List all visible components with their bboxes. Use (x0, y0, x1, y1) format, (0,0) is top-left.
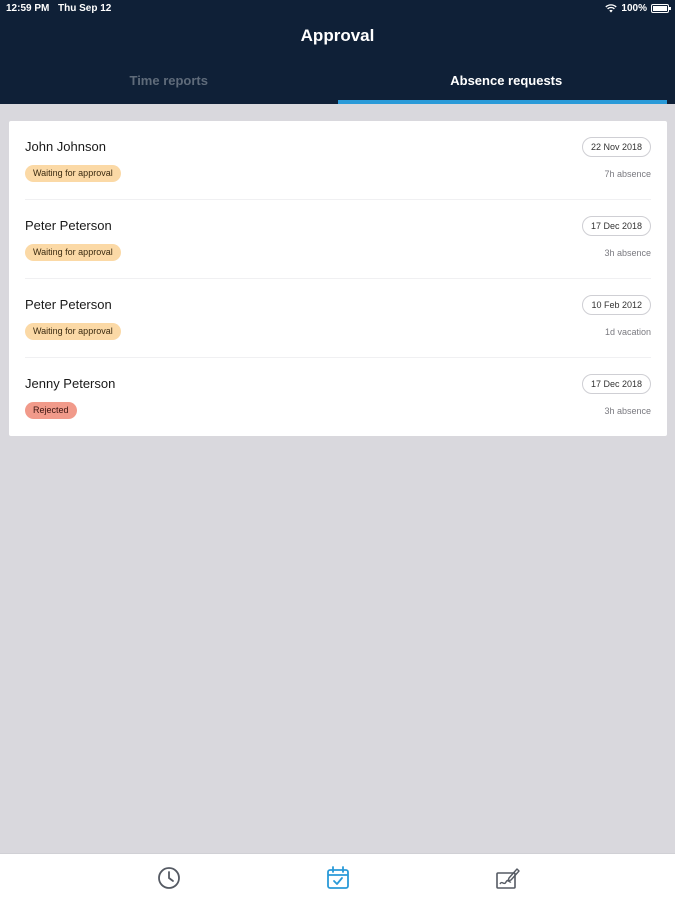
tab-bar: Time reports Absence requests (0, 68, 675, 104)
list-item[interactable]: Jenny Peterson Rejected 17 Dec 2018 3h a… (25, 358, 651, 437)
status-right-group: 100% (605, 3, 671, 14)
date-pill: 10 Feb 2012 (582, 295, 651, 315)
employee-name: Peter Peterson (25, 297, 112, 312)
bottom-nav-bar (0, 853, 675, 900)
status-badge: Waiting for approval (25, 323, 121, 340)
signature-icon (496, 868, 520, 889)
calendar-check-icon (327, 866, 349, 889)
absence-duration: 1d vacation (604, 327, 651, 337)
clock-icon (158, 867, 180, 889)
date-pill: 22 Nov 2018 (581, 137, 651, 157)
date-pill: 17 Dec 2018 (581, 374, 651, 394)
nav-time-button[interactable] (156, 865, 182, 891)
wifi-icon (605, 4, 618, 13)
status-date: Thu Sep 12 (58, 3, 112, 14)
employee-name: Peter Peterson (25, 218, 112, 233)
battery-percent: 100% (621, 3, 647, 14)
status-badge: Waiting for approval (25, 244, 121, 261)
nav-sign-button[interactable] (494, 865, 520, 891)
status-time: 12:59 PM (6, 3, 50, 14)
page-title: Approval (300, 26, 375, 45)
app-header: 12:59 PM Thu Sep 12 100% Approval Time r… (0, 0, 675, 104)
status-bar: 12:59 PM Thu Sep 12 100% (0, 0, 675, 18)
employee-name: John Johnson (25, 139, 106, 154)
absence-duration: 3h absence (604, 248, 651, 258)
tab-time-reports[interactable]: Time reports (0, 68, 338, 104)
list-item[interactable]: John Johnson Waiting for approval 22 Nov… (25, 121, 651, 200)
employee-name: Jenny Peterson (25, 376, 116, 391)
status-badge: Rejected (25, 402, 77, 419)
status-badge: Waiting for approval (25, 165, 121, 182)
tab-absence-requests[interactable]: Absence requests (337, 68, 675, 104)
list-item[interactable]: Peter Peterson Waiting for approval 10 F… (25, 279, 651, 358)
date-pill: 17 Dec 2018 (581, 216, 651, 236)
battery-icon (651, 4, 671, 13)
nav-approval-button[interactable] (325, 865, 351, 891)
absence-request-list: John Johnson Waiting for approval 22 Nov… (9, 121, 667, 436)
list-item[interactable]: Peter Peterson Waiting for approval 17 D… (25, 200, 651, 279)
absence-duration: 7h absence (604, 169, 651, 179)
absence-duration: 3h absence (604, 406, 651, 416)
